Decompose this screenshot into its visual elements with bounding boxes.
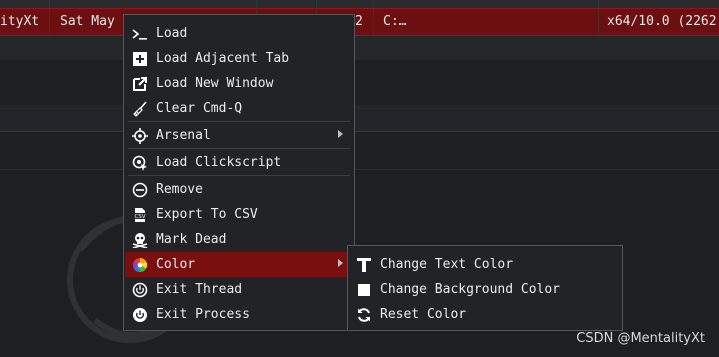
menu-item-load[interactable]: Load [125, 21, 353, 46]
power-icon [131, 281, 149, 299]
menu-separator [128, 175, 350, 176]
power-filled-icon [131, 306, 149, 324]
menu-item-label: Color [156, 257, 196, 272]
menu-item-label: Arsenal [156, 128, 211, 143]
broom-icon [131, 100, 149, 118]
external-window-icon [131, 75, 149, 93]
skull-icon [131, 231, 149, 249]
menu-item-label: Mark Dead [156, 232, 227, 247]
minus-circle-icon [131, 181, 149, 199]
color-submenu: Change Text Color Change Background Colo… [347, 245, 623, 331]
menu-item-label: Load New Window [156, 76, 274, 91]
refresh-icon [355, 306, 373, 324]
menu-item-label: Clear Cmd-Q [156, 101, 243, 116]
submenu-item-label: Change Background Color [380, 282, 561, 297]
submenu-item-label: Change Text Color [380, 257, 514, 272]
text-t-icon [355, 256, 373, 274]
menu-item-exit-process[interactable]: Exit Process [125, 302, 353, 327]
menu-item-label: Export To CSV [156, 207, 258, 222]
menu-item-label: Load Clickscript [156, 155, 282, 170]
menu-separator [128, 148, 350, 149]
terminal-icon [131, 25, 149, 43]
menu-item-arsenal[interactable]: Arsenal [125, 123, 353, 148]
menu-item-load-new-window[interactable]: Load New Window [125, 71, 353, 96]
menu-item-label: Remove [156, 182, 203, 197]
menu-item-clear-cmd-q[interactable]: Clear Cmd-Q [125, 96, 353, 121]
submenu-arrow-icon [338, 259, 343, 267]
submenu-item-change-background-color[interactable]: Change Background Color [349, 277, 621, 302]
submenu-arrow-icon [338, 130, 343, 138]
menu-item-label: Load [156, 26, 188, 41]
menu-item-exit-thread[interactable]: Exit Thread [125, 277, 353, 302]
menu-item-color[interactable]: Color [125, 252, 353, 277]
submenu-item-reset-color[interactable]: Reset Color [349, 302, 621, 327]
color-wheel-icon [131, 256, 149, 274]
menu-item-load-clickscript[interactable]: Load Clickscript [125, 150, 353, 175]
menu-item-export-to-csv[interactable]: CSV Export To CSV [125, 202, 353, 227]
menu-item-remove[interactable]: Remove [125, 177, 353, 202]
menu-item-load-adjacent-tab[interactable]: Load Adjacent Tab [125, 46, 353, 71]
context-menu: Load Load Adjacent Tab Load New Window C… [123, 14, 355, 331]
submenu-item-change-text-color[interactable]: Change Text Color [349, 252, 621, 277]
crosshair-icon [131, 127, 149, 145]
menu-item-mark-dead[interactable]: Mark Dead [125, 227, 353, 252]
clickscript-icon [131, 154, 149, 172]
menu-item-label: Exit Thread [156, 282, 243, 297]
csdn-watermark: CSDN @MentalityXt [576, 331, 705, 346]
square-icon [355, 281, 373, 299]
add-tab-icon [131, 50, 149, 68]
submenu-item-label: Reset Color [380, 307, 467, 322]
csv-icon: CSV [131, 206, 149, 224]
menu-separator [128, 121, 350, 122]
menu-item-label: Load Adjacent Tab [156, 51, 290, 66]
menu-item-label: Exit Process [156, 307, 250, 322]
svg-text:CSV: CSV [134, 214, 145, 220]
